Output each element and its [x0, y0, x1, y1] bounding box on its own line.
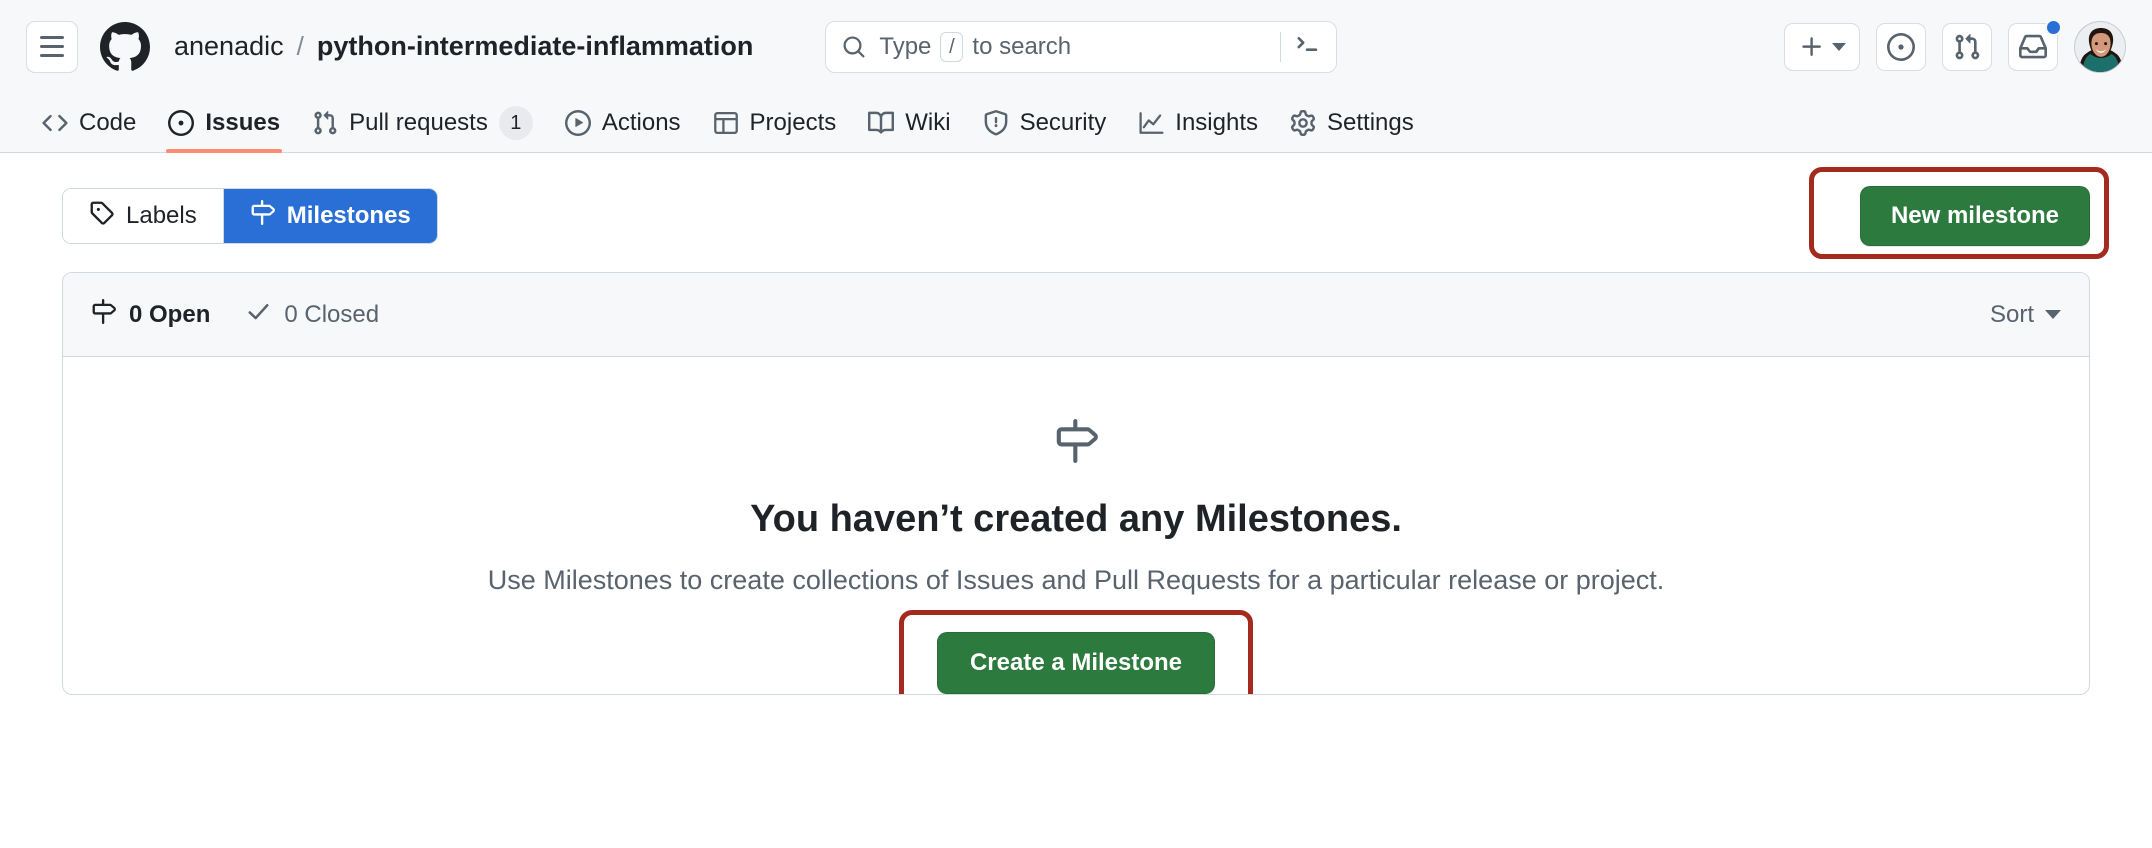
book-icon [868, 110, 895, 136]
sort-dropdown-button[interactable]: Sort [1990, 301, 2061, 329]
git-pull-request-icon [312, 110, 338, 136]
gear-icon [1290, 109, 1316, 136]
milestones-page: Labels Milestones New milestone 0 Open 0… [0, 153, 2152, 695]
hamburger-menu-icon [40, 54, 64, 57]
milestones-container: 0 Open 0 Closed Sort You haven’t created… [62, 272, 2090, 695]
tab-label: Issues [205, 108, 281, 136]
tab-security[interactable]: Security [967, 93, 1123, 152]
milestone-state-filters: 0 Open 0 Closed [91, 298, 379, 331]
tab-code[interactable]: Code [26, 93, 152, 152]
tab-label: Wiki [905, 108, 951, 136]
closed-count-label: 0 Closed [284, 300, 380, 328]
tab-settings[interactable]: Settings [1274, 93, 1430, 152]
tab-badge-count: 1 [498, 105, 533, 140]
github-logo-icon[interactable] [100, 21, 150, 72]
chevron-down-icon [1832, 42, 1846, 51]
search-slash-key: / [940, 31, 964, 62]
tab-insights[interactable]: Insights [1122, 93, 1274, 152]
open-count-label: 0 Open [129, 300, 211, 328]
issues-button[interactable] [1876, 22, 1926, 71]
search-placeholder-prefix: Type [879, 32, 932, 60]
search-trailing [1280, 30, 1322, 63]
breadcrumb: anenadic / python-intermediate-inflammat… [174, 31, 753, 62]
filter-closed-milestones[interactable]: 0 Closed [246, 299, 379, 331]
create-new-button[interactable] [1784, 22, 1860, 71]
code-icon [42, 110, 68, 136]
divider [1280, 31, 1282, 62]
breadcrumb-repo[interactable]: python-intermediate-inflammation [317, 31, 754, 62]
empty-state-description: Use Milestones to create collections of … [487, 564, 1665, 595]
tab-projects[interactable]: Projects [697, 93, 853, 152]
chevron-down-icon [2045, 310, 2061, 319]
milestones-subnav: Labels Milestones New milestone [62, 167, 2109, 259]
search-placeholder-suffix: to search [972, 32, 1072, 60]
hamburger-menu-button[interactable] [26, 20, 78, 73]
tab-label: Pull requests [349, 108, 488, 136]
notifications-inbox-button[interactable] [2008, 18, 2062, 71]
play-icon [564, 109, 591, 136]
search-icon [842, 35, 866, 59]
breadcrumb-owner[interactable]: anenadic [174, 31, 284, 62]
tab-label: Settings [1327, 108, 1414, 136]
create-milestone-cta-wrapper: Create a Milestone [898, 609, 1254, 694]
plus-icon [1802, 36, 1821, 56]
tab-wiki[interactable]: Wiki [852, 93, 966, 152]
hamburger-menu-icon [40, 36, 64, 39]
table-icon [713, 110, 739, 136]
milestones-filter-bar: 0 Open 0 Closed Sort [63, 273, 2089, 357]
milestones-empty-state: You haven’t created any Milestones. Use … [63, 357, 2089, 694]
tab-label: Insights [1175, 108, 1258, 136]
empty-state-title: You haven’t created any Milestones. [750, 498, 1402, 540]
tab-label: Projects [749, 108, 837, 136]
hamburger-menu-icon [40, 45, 64, 48]
labels-tab-label: Labels [126, 202, 197, 229]
tab-pull-requests[interactable]: Pull requests 1 [296, 93, 549, 152]
pull-requests-button[interactable] [1942, 22, 1992, 71]
create-a-milestone-button[interactable]: Create a Milestone [936, 631, 1216, 694]
check-icon [246, 299, 271, 331]
tab-issues[interactable]: Issues [152, 93, 296, 153]
new-milestone-button[interactable]: New milestone [1859, 186, 2090, 246]
search-placeholder: Type / to search [879, 31, 1072, 62]
global-header: anenadic / python-intermediate-inflammat… [0, 0, 2152, 93]
issue-opened-icon [168, 109, 195, 136]
notification-indicator-dot [2045, 18, 2062, 36]
milestone-icon [1054, 419, 1098, 468]
labels-milestones-toggle: Labels Milestones [62, 188, 438, 244]
filter-open-milestones[interactable]: 0 Open [91, 298, 211, 331]
sort-label: Sort [1989, 300, 2034, 328]
tab-label: Security [1019, 108, 1107, 136]
issue-opened-icon [1887, 32, 1915, 61]
milestone-icon [250, 200, 275, 232]
tab-label: Code [79, 108, 137, 136]
milestones-tab-button[interactable]: Milestones [222, 189, 437, 243]
git-pull-request-icon [1955, 33, 1980, 59]
graph-icon [1138, 110, 1164, 136]
search-input[interactable]: Type / to search [825, 20, 1338, 73]
tab-actions[interactable]: Actions [549, 93, 697, 152]
header-actions [1784, 18, 2126, 73]
tag-icon [89, 200, 114, 232]
repo-navigation-tabs: Code Issues Pull requests 1 Actions Proj… [0, 93, 2152, 153]
inbox-icon [2019, 34, 2047, 58]
milestones-tab-label: Milestones [286, 202, 411, 229]
tab-label: Actions [601, 108, 681, 136]
shield-icon [983, 109, 1009, 136]
terminal-icon[interactable] [1294, 30, 1322, 63]
breadcrumb-separator: / [296, 31, 304, 61]
milestone-icon [91, 298, 116, 331]
labels-tab-button[interactable]: Labels [63, 189, 223, 243]
avatar[interactable] [2074, 20, 2126, 73]
